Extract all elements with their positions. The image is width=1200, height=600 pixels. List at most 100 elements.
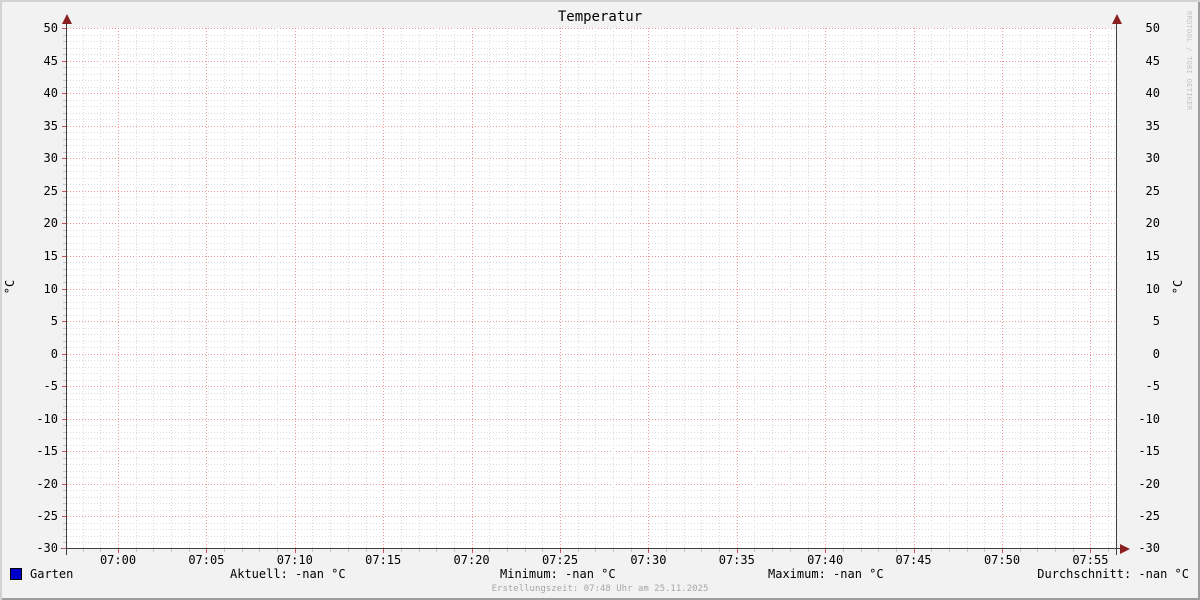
y-axis-tick	[63, 438, 66, 440]
y-axis-tick	[63, 34, 66, 36]
gridline-v-minor	[895, 28, 897, 549]
y-axis-tick	[62, 190, 66, 192]
y-axis-tick	[63, 164, 66, 166]
y-axis-tick	[62, 93, 66, 95]
y-axis-tick	[62, 483, 66, 485]
y-tick-label-right: 0	[1152, 346, 1160, 361]
y-axis-tick	[63, 229, 66, 231]
y-axis-tick	[63, 503, 66, 505]
x-axis-tick	[524, 549, 526, 552]
gridline-v-minor	[1072, 28, 1074, 549]
y-axis-tick	[63, 405, 66, 407]
x-axis-tick	[1108, 549, 1110, 552]
legend-stat-durchschnitt: Durchschnitt: -nan °C	[1037, 567, 1189, 581]
x-axis-tick	[842, 549, 844, 552]
x-axis-tick	[506, 549, 508, 552]
gridline-v-minor	[436, 28, 438, 549]
gridline-v-minor	[524, 28, 526, 549]
y-axis-tick	[63, 470, 66, 472]
x-axis-tick	[135, 549, 137, 552]
y-tick-label-right: 50	[1145, 21, 1160, 35]
y-axis-tick	[63, 67, 66, 69]
y-axis-tick	[63, 295, 66, 296]
x-axis-tick	[418, 549, 420, 552]
x-axis-tick	[895, 549, 897, 552]
x-axis-tick	[984, 549, 986, 552]
y-axis-tick	[63, 99, 66, 101]
legend-stat-aktuell: Aktuell: -nan °C	[230, 567, 346, 581]
y-tick-label-right: 45	[1145, 53, 1160, 68]
gridline-v-minor	[807, 28, 809, 549]
gridline-v-minor	[312, 28, 314, 549]
y-tick-label-left: -15	[36, 444, 58, 459]
gridline-v-major	[1090, 28, 1092, 549]
y-tick-label-left: 25	[43, 183, 58, 198]
gridline-v-minor	[365, 28, 367, 549]
y-axis-tick	[63, 119, 66, 121]
y-tick-label-left: 40	[43, 86, 58, 101]
gridline-v-minor	[630, 28, 632, 549]
x-axis-tick	[277, 549, 279, 552]
y-axis-arrow-left-icon	[62, 14, 72, 24]
y-axis-tick	[63, 334, 66, 336]
y-axis-tick	[63, 112, 66, 114]
x-axis-tick	[595, 549, 597, 552]
y-axis-tick	[63, 522, 66, 524]
creation-timestamp: Erstellungszeit: 07:48 Uhr am 25.11.2025	[491, 584, 709, 594]
x-axis-tick	[312, 549, 314, 552]
gridline-v-minor	[188, 28, 190, 549]
y-axis-tick	[63, 106, 66, 108]
x-axis-tick	[1037, 549, 1039, 552]
x-tick-label: 07:30	[630, 553, 667, 567]
y-tick-label-left: 5	[50, 314, 58, 329]
y-tick-label-right: 5	[1152, 314, 1160, 329]
y-axis-tick	[63, 268, 66, 270]
x-tick-label: 07:20	[453, 553, 490, 567]
x-axis-tick	[188, 549, 190, 552]
x-axis-tick	[754, 549, 756, 552]
y-axis-tick	[62, 255, 66, 257]
y-tick-label-right: 20	[1145, 216, 1160, 231]
gridline-v-minor	[719, 28, 721, 549]
y-axis-tick	[63, 132, 66, 134]
y-tick-label-left: 0	[50, 346, 58, 361]
gridline-v-minor	[1055, 28, 1057, 549]
x-axis-tick	[82, 549, 84, 552]
y-axis-line-left	[66, 18, 67, 555]
legend-color-swatch	[10, 568, 22, 580]
y-axis-line-right	[1116, 18, 1117, 555]
y-axis-tick	[63, 340, 66, 342]
x-axis-tick	[931, 549, 933, 552]
gridline-v-minor	[754, 28, 756, 549]
y-axis-tick	[63, 41, 66, 43]
y-axis-tick	[62, 418, 66, 420]
y-axis-tick	[63, 197, 66, 199]
x-axis-tick	[701, 549, 703, 552]
y-axis-tick	[63, 509, 66, 511]
y-axis-tick	[62, 321, 66, 323]
y-axis-tick	[62, 125, 66, 127]
x-axis-tick	[1055, 549, 1057, 552]
x-tick-label: 07:00	[99, 553, 137, 567]
y-tick-label-left: 15	[43, 248, 58, 263]
y-axis-tick	[63, 477, 66, 479]
y-axis-tick	[63, 496, 66, 498]
chart-title: Temperatur	[557, 9, 643, 25]
gridline-v-minor	[1108, 28, 1110, 549]
y-axis-tick	[62, 548, 66, 549]
y-tick-label-right: 10	[1145, 281, 1160, 296]
x-axis-tick	[719, 549, 721, 552]
x-axis-tick	[365, 549, 367, 552]
y-axis-tick	[62, 451, 66, 453]
y-axis-tick	[63, 379, 66, 381]
x-axis-tick	[683, 549, 685, 552]
y-axis-tick	[63, 177, 66, 179]
x-tick-label: 07:55	[1072, 553, 1109, 567]
y-axis-tick	[63, 425, 66, 427]
legend-stat-maximum: Maximum: -nan °C	[768, 567, 884, 581]
x-tick-label: 07:35	[718, 553, 755, 567]
gridline-v-minor	[418, 28, 420, 549]
y-axis-tick	[63, 210, 66, 212]
gridline-v-minor	[224, 28, 226, 549]
x-axis-tick	[259, 549, 261, 552]
